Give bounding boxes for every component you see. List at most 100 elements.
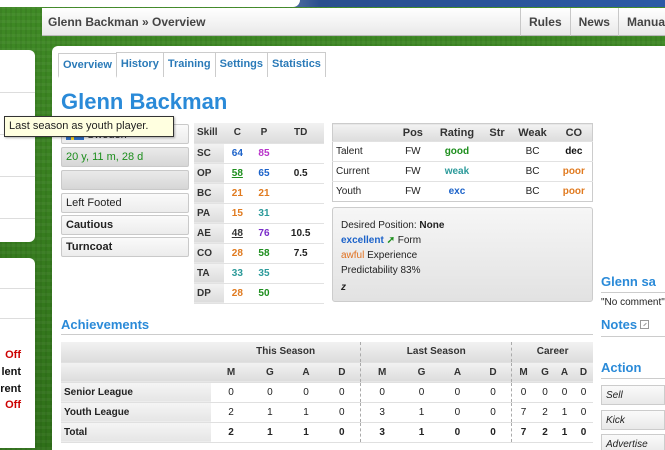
tab-training[interactable]: Training bbox=[162, 52, 216, 77]
achievement-value: 3 bbox=[360, 402, 403, 423]
ach-subheader: D bbox=[323, 362, 362, 383]
achievement-value: 1 bbox=[288, 402, 324, 423]
ratings-header-rating: Rating bbox=[429, 123, 485, 142]
skills-header-skill: Skill bbox=[194, 123, 224, 144]
achievement-value: 1 bbox=[251, 402, 289, 423]
sleep-icon: z bbox=[341, 282, 346, 293]
skill-name: CO bbox=[194, 243, 224, 264]
top-nav: Rules News Manua bbox=[519, 8, 665, 36]
achievement-value: 0 bbox=[474, 422, 513, 443]
achievement-value: 0 bbox=[573, 402, 593, 423]
left-stub-1: Off bbox=[5, 349, 21, 361]
skills-header-c: C bbox=[224, 123, 251, 144]
left-panel-bottom: Off lent rent Off bbox=[0, 258, 35, 448]
ach-subheader: M bbox=[360, 362, 403, 383]
top-strip bbox=[0, 0, 665, 7]
achievement-value: 0 bbox=[573, 382, 593, 403]
achievement-value: 0 bbox=[323, 402, 362, 423]
achievement-value: 1 bbox=[555, 402, 574, 423]
skill-potential: 35 bbox=[250, 263, 278, 284]
form-arrow-icon: ➚ bbox=[386, 235, 395, 246]
left-stub-3: rent bbox=[0, 383, 21, 395]
skill-row: AE 48 76 10.5 bbox=[194, 223, 324, 244]
achievement-value: 0 bbox=[211, 382, 252, 403]
ach-group-career: Career bbox=[511, 342, 593, 363]
rating-label: Current bbox=[332, 161, 397, 182]
achievement-value: 0 bbox=[534, 382, 556, 403]
notes-title[interactable]: Notes bbox=[601, 317, 650, 332]
main-panel: Overview History Training Settings Stati… bbox=[52, 46, 665, 450]
nav-news[interactable]: News bbox=[569, 8, 618, 36]
top-bar: Glenn Backman » Overview Rules News Manu… bbox=[42, 8, 665, 36]
achievement-value: 7 bbox=[511, 402, 535, 423]
achievements-title: Achievements bbox=[61, 317, 150, 332]
achievement-value: 0 bbox=[288, 382, 324, 403]
skills-header-td: TD bbox=[277, 123, 324, 144]
achievement-value: 0 bbox=[555, 382, 574, 403]
skill-potential: 21 bbox=[250, 183, 278, 204]
achievement-row: Senior League 0 0 0 0 0 0 0 0 0 0 0 0 bbox=[61, 382, 593, 403]
ach-subheader: M bbox=[511, 362, 535, 383]
rating-value: weak bbox=[429, 161, 485, 182]
rating-co: poor bbox=[555, 161, 593, 182]
skill-current: 33 bbox=[224, 263, 251, 284]
rating-row: Current FW weak BC poor bbox=[332, 161, 593, 182]
foot-box: Left Footed bbox=[61, 193, 189, 213]
achievement-value: 0 bbox=[323, 422, 362, 443]
achievement-value: 0 bbox=[251, 382, 289, 403]
skill-row: OP 58 65 0.5 bbox=[194, 163, 324, 184]
rating-value: good bbox=[429, 141, 485, 162]
achievement-value: 2 bbox=[211, 402, 252, 423]
action-advertise[interactable]: Advertise bbox=[601, 434, 665, 450]
rating-co: poor bbox=[555, 181, 593, 202]
breadcrumb[interactable]: Glenn Backman » Overview bbox=[48, 15, 205, 29]
skill-current: 15 bbox=[224, 203, 251, 224]
rating-row: Youth FW exc BC poor bbox=[332, 181, 593, 202]
nav-manual[interactable]: Manua bbox=[617, 8, 665, 36]
form-value: excellent bbox=[341, 235, 384, 246]
external-link-icon[interactable] bbox=[640, 320, 650, 329]
desired-position-label: Desired Position: bbox=[341, 220, 417, 231]
foot-label: Left Footed bbox=[66, 197, 122, 209]
achievement-value: 0 bbox=[511, 382, 535, 403]
ach-subheader: D bbox=[474, 362, 513, 383]
achievement-value: 1 bbox=[555, 422, 574, 443]
rating-weak: BC bbox=[509, 141, 556, 162]
age-detail-box bbox=[61, 170, 189, 190]
achievement-value: 0 bbox=[440, 382, 475, 403]
achievement-label: Total bbox=[61, 422, 211, 443]
skill-row: DP 28 50 bbox=[194, 283, 324, 304]
rating-weak: BC bbox=[509, 181, 556, 202]
action-divider bbox=[601, 378, 665, 379]
tab-history[interactable]: History bbox=[115, 52, 164, 77]
skill-name: AE bbox=[194, 223, 224, 244]
skill-potential: 50 bbox=[250, 283, 278, 304]
action-kick[interactable]: Kick bbox=[601, 410, 665, 430]
skill-current: 64 bbox=[224, 143, 251, 164]
skill-name: DP bbox=[194, 283, 224, 304]
trait-label-1: Cautious bbox=[66, 219, 114, 231]
action-title: Action bbox=[601, 360, 642, 375]
skill-potential: 58 bbox=[250, 243, 278, 264]
glenn-says-title: Glenn sa bbox=[601, 274, 656, 289]
rating-pos: FW bbox=[396, 181, 430, 202]
skill-row: TA 33 35 bbox=[194, 263, 324, 284]
notes-label[interactable]: Notes bbox=[601, 317, 637, 332]
achievement-value: 0 bbox=[323, 382, 362, 403]
desired-box: Desired Position: None excellent ➚ Form … bbox=[332, 207, 593, 302]
achievement-value: 3 bbox=[360, 422, 403, 443]
ach-subheader: A bbox=[440, 362, 475, 383]
achievement-row: Total 2 1 1 0 3 1 0 0 7 2 1 0 bbox=[61, 422, 593, 443]
tab-statistics[interactable]: Statistics bbox=[267, 52, 326, 77]
tab-overview[interactable]: Overview bbox=[58, 53, 117, 78]
left-panel-top bbox=[0, 50, 35, 242]
achievement-label: Senior League bbox=[61, 382, 211, 403]
ratings-header-blank bbox=[332, 123, 397, 142]
trait-box-2: Turncoat bbox=[61, 237, 189, 257]
skill-name: BC bbox=[194, 183, 224, 204]
experience-label: Experience bbox=[367, 250, 418, 261]
nav-rules[interactable]: Rules bbox=[519, 8, 570, 36]
skill-row: CO 28 58 7.5 bbox=[194, 243, 324, 264]
action-sell[interactable]: Sell bbox=[601, 385, 665, 405]
tab-settings[interactable]: Settings bbox=[214, 52, 269, 77]
